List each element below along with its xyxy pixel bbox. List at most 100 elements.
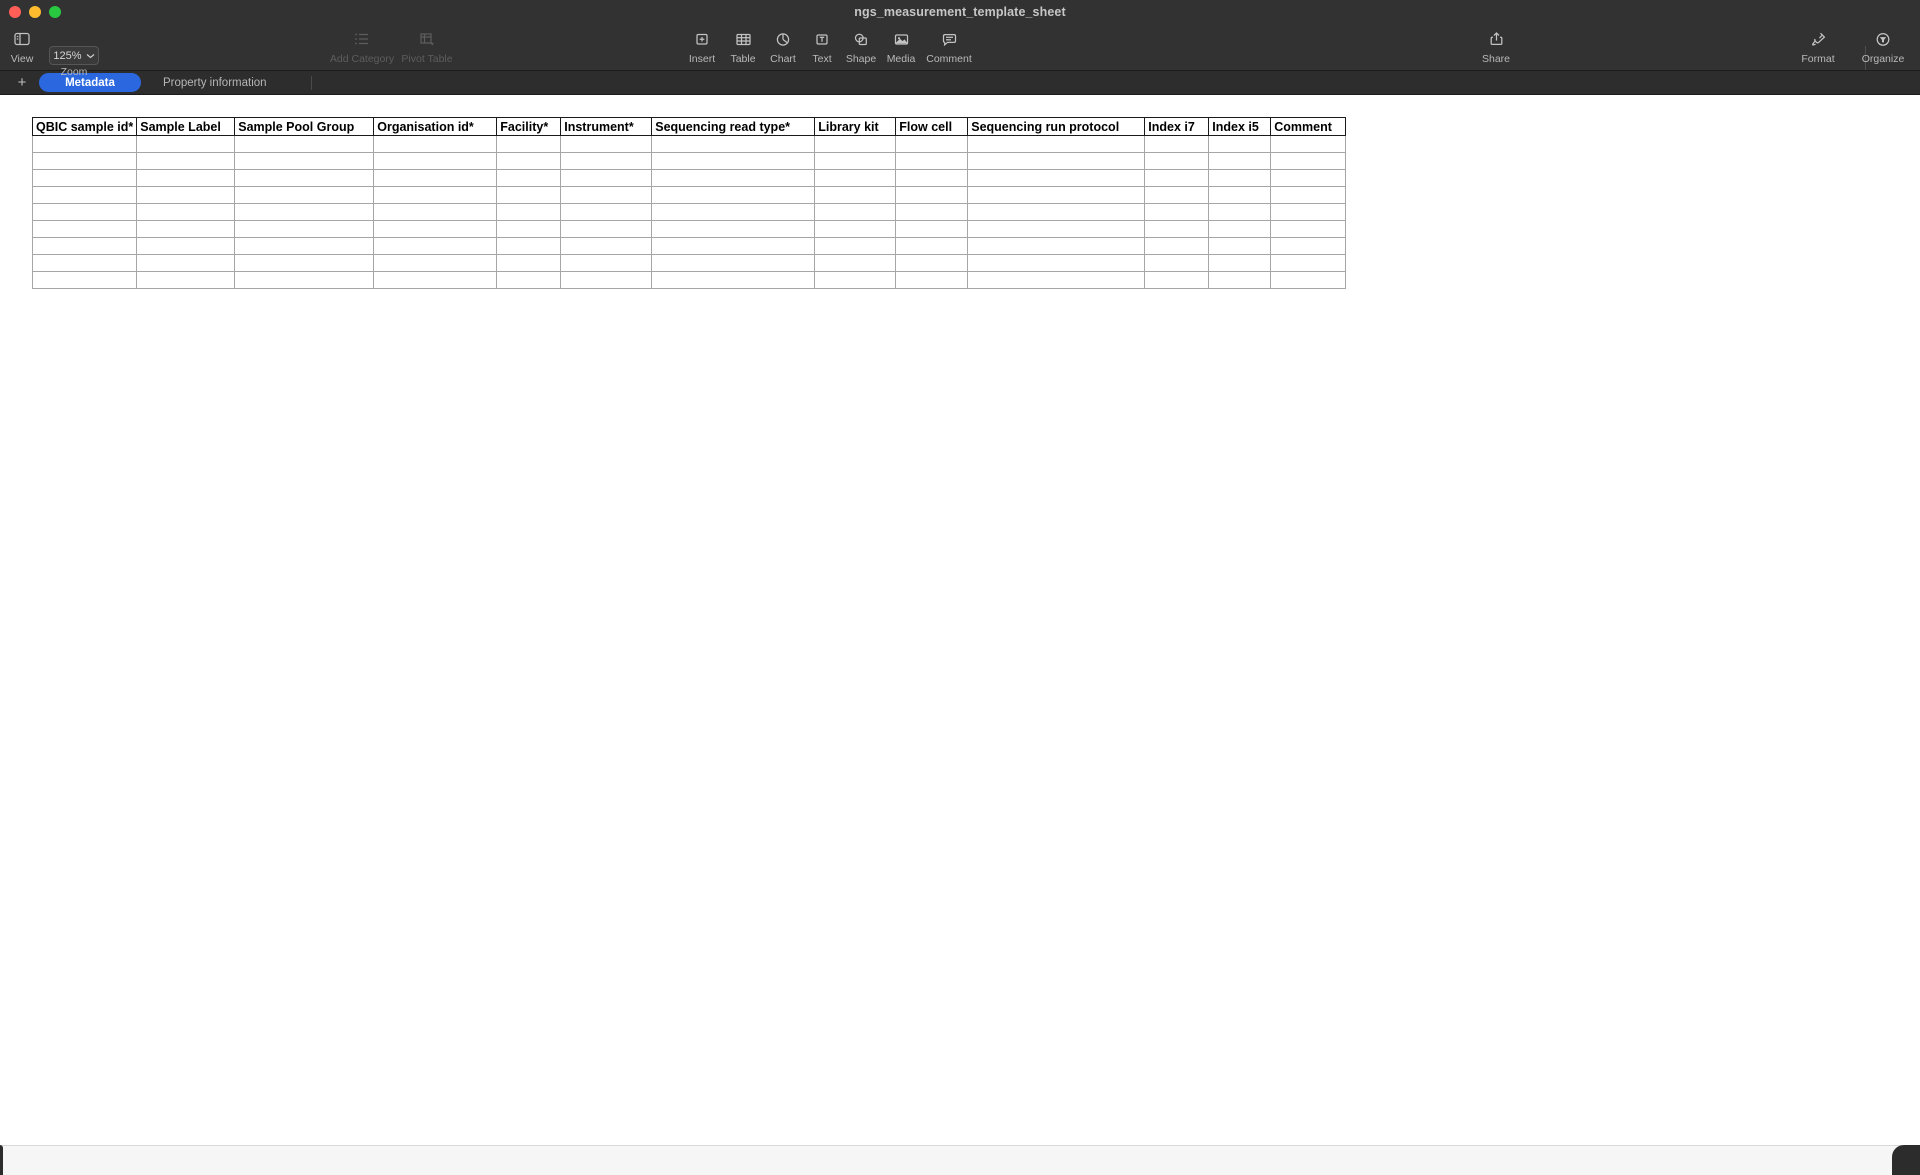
zoom-select[interactable]: 125% <box>49 46 99 65</box>
table-cell[interactable] <box>967 135 1146 153</box>
table-header-cell[interactable]: Sequencing run protocol <box>967 117 1146 136</box>
table-cell[interactable] <box>373 186 498 204</box>
table-cell[interactable] <box>1144 203 1210 221</box>
table-cell[interactable] <box>136 186 236 204</box>
table-cell[interactable] <box>895 203 969 221</box>
table-cell[interactable] <box>560 169 653 187</box>
table-cell[interactable] <box>31 237 138 255</box>
table-cell[interactable] <box>373 271 498 289</box>
table-cell[interactable] <box>496 135 562 153</box>
table-cell[interactable] <box>560 152 653 170</box>
table-cell[interactable] <box>496 169 562 187</box>
table-cell[interactable] <box>1144 169 1210 187</box>
table-cell[interactable] <box>967 203 1146 221</box>
table-cell[interactable] <box>234 237 375 255</box>
table-cell[interactable] <box>1208 254 1272 272</box>
table-cell[interactable] <box>373 135 498 153</box>
close-window-button[interactable] <box>9 5 21 18</box>
table-header-cell[interactable]: Sample Pool Group <box>234 117 375 136</box>
table-cell[interactable] <box>967 271 1146 289</box>
table-cell[interactable] <box>234 186 375 204</box>
table-cell[interactable] <box>814 135 897 153</box>
table-cell[interactable] <box>967 237 1146 255</box>
table-cell[interactable] <box>1208 271 1272 289</box>
table-cell[interactable] <box>814 271 897 289</box>
window-resize-corner[interactable] <box>1892 1145 1920 1175</box>
table-cell[interactable] <box>560 135 653 153</box>
table-cell[interactable] <box>373 254 498 272</box>
table-cell[interactable] <box>814 254 897 272</box>
table-cell[interactable] <box>496 271 562 289</box>
table-cell[interactable] <box>1144 186 1210 204</box>
metadata-table[interactable]: QBIC sample id* Sample Label Sample Pool G… <box>31 117 1347 289</box>
table-cell[interactable] <box>895 186 969 204</box>
table-row[interactable] <box>31 254 1347 272</box>
table-cell[interactable] <box>136 254 236 272</box>
table-header-cell[interactable]: QBIC sample id* <box>31 117 138 136</box>
table-cell[interactable] <box>560 254 653 272</box>
table-cell[interactable] <box>234 135 375 153</box>
add-sheet-button[interactable]: + <box>11 73 33 93</box>
table-header-cell[interactable]: Sequencing read type* <box>651 117 816 136</box>
table-cell[interactable] <box>1270 271 1347 289</box>
table-cell[interactable] <box>651 186 816 204</box>
table-row[interactable] <box>31 169 1347 187</box>
table-cell[interactable] <box>1208 220 1272 238</box>
table-cell[interactable] <box>560 186 653 204</box>
table-row[interactable] <box>31 237 1347 255</box>
table-cell[interactable] <box>1208 135 1272 153</box>
table-cell[interactable] <box>560 220 653 238</box>
table-cell[interactable] <box>651 169 816 187</box>
table-cell[interactable] <box>560 203 653 221</box>
table-cell[interactable] <box>967 220 1146 238</box>
table-header-cell[interactable]: Facility* <box>496 117 562 136</box>
table-cell[interactable] <box>31 135 138 153</box>
table-header-cell[interactable]: Comment <box>1270 117 1347 136</box>
table-cell[interactable] <box>1208 203 1272 221</box>
table-header-cell[interactable]: Index i5 <box>1208 117 1272 136</box>
sheet-tab-property-information[interactable]: Property information <box>147 73 283 92</box>
table-cell[interactable] <box>31 220 138 238</box>
table-cell[interactable] <box>651 152 816 170</box>
table-cell[interactable] <box>814 186 897 204</box>
table-cell[interactable] <box>1208 237 1272 255</box>
toolbar-view-button[interactable]: View <box>0 28 54 65</box>
table-cell[interactable] <box>234 254 375 272</box>
table-header-cell[interactable]: Flow cell <box>895 117 969 136</box>
table-cell[interactable] <box>1270 135 1347 153</box>
table-cell[interactable] <box>895 237 969 255</box>
table-cell[interactable] <box>814 220 897 238</box>
table-cell[interactable] <box>1208 152 1272 170</box>
table-row[interactable] <box>31 186 1347 204</box>
table-cell[interactable] <box>234 220 375 238</box>
table-cell[interactable] <box>895 135 969 153</box>
table-cell[interactable] <box>31 203 138 221</box>
table-row[interactable] <box>31 203 1347 221</box>
toolbar-pivot-table-button[interactable]: Pivot Table <box>395 28 459 65</box>
table-cell[interactable] <box>1144 254 1210 272</box>
table-cell[interactable] <box>895 152 969 170</box>
table-body[interactable] <box>31 135 1347 289</box>
table-header-cell[interactable]: Sample Label <box>136 117 236 136</box>
table-cell[interactable] <box>895 254 969 272</box>
table-cell[interactable] <box>895 169 969 187</box>
table-cell[interactable] <box>234 203 375 221</box>
table-row[interactable] <box>31 135 1347 153</box>
table-row[interactable] <box>31 271 1347 289</box>
table-cell[interactable] <box>31 169 138 187</box>
table-cell[interactable] <box>31 152 138 170</box>
table-cell[interactable] <box>651 237 816 255</box>
table-cell[interactable] <box>136 152 236 170</box>
table-cell[interactable] <box>1270 237 1347 255</box>
table-cell[interactable] <box>1144 237 1210 255</box>
sheet-canvas[interactable]: QBIC sample id* Sample Label Sample Pool G… <box>0 95 1920 1145</box>
table-cell[interactable] <box>496 203 562 221</box>
table-cell[interactable] <box>373 169 498 187</box>
table-cell[interactable] <box>31 254 138 272</box>
table-cell[interactable] <box>31 271 138 289</box>
table-cell[interactable] <box>1270 152 1347 170</box>
minimize-window-button[interactable] <box>29 5 41 18</box>
table-cell[interactable] <box>1270 220 1347 238</box>
toolbar-organize-button[interactable]: Organize <box>1851 28 1915 65</box>
toolbar-format-button[interactable]: Format <box>1786 28 1850 65</box>
